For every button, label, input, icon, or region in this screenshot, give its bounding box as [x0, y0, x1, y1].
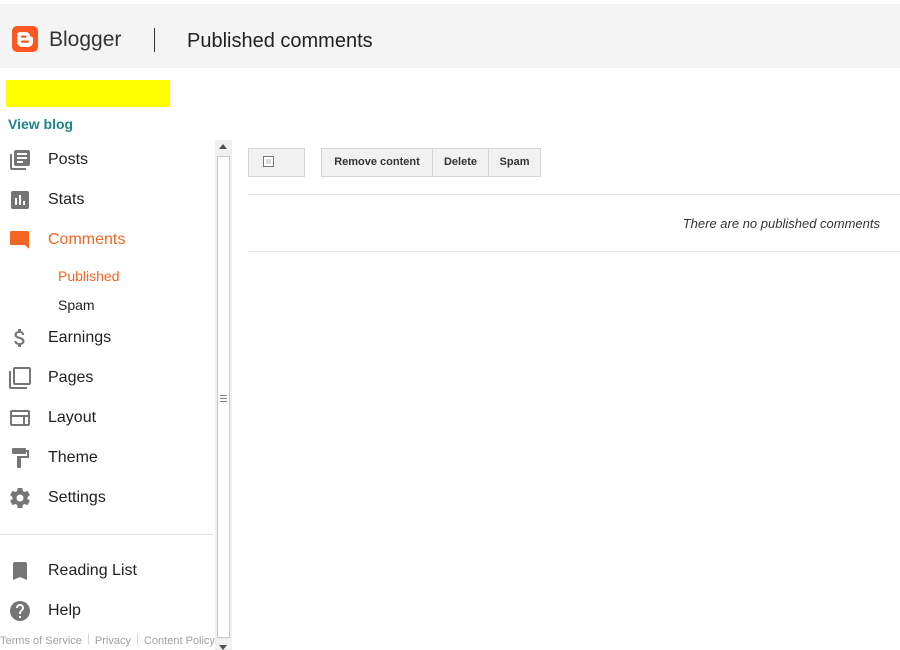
delete-button[interactable]: Delete — [432, 148, 489, 177]
remove-content-button[interactable]: Remove content — [321, 148, 433, 177]
sidebar-item-label: Theme — [48, 449, 98, 466]
comments-icon — [8, 228, 32, 252]
help-icon — [8, 599, 32, 623]
bookmark-icon — [8, 559, 32, 583]
view-blog-link[interactable]: View blog — [8, 116, 73, 132]
privacy-link[interactable]: Privacy — [95, 635, 131, 647]
sidebar-item-label: Pages — [48, 369, 94, 386]
footer-separator — [136, 634, 138, 645]
sidebar-item-label: Earnings — [48, 329, 112, 346]
sidebar-item-comments[interactable]: Comments — [0, 222, 214, 258]
scroll-down-arrow-icon[interactable] — [219, 645, 227, 650]
sidebar-divider — [0, 534, 214, 535]
scrollbar-grip-icon — [220, 395, 227, 402]
content-policy-link[interactable]: Content Policy — [144, 635, 215, 647]
list-top-divider — [248, 194, 900, 195]
blogger-logo-icon[interactable] — [12, 26, 38, 52]
sidebar-item-label: Comments — [48, 231, 126, 248]
gear-icon — [8, 486, 32, 510]
sidebar-item-stats[interactable]: Stats — [0, 182, 214, 218]
page-title: Published comments — [187, 30, 373, 52]
posts-icon — [8, 148, 32, 172]
sidebar-item-theme[interactable]: Theme — [0, 440, 214, 476]
sidebar-item-reading-list[interactable]: Reading List — [0, 553, 214, 589]
sidebar-footer: Terms of Service Privacy Content Policy — [0, 634, 215, 647]
select-all-button[interactable] — [248, 148, 305, 177]
paint-roller-icon — [8, 446, 32, 470]
stats-icon — [8, 188, 32, 212]
select-all-checkbox[interactable] — [263, 156, 274, 167]
sidebar-item-label: Reading List — [48, 562, 137, 579]
terms-link[interactable]: Terms of Service — [0, 635, 82, 647]
sidebar-item-pages[interactable]: Pages — [0, 360, 214, 396]
brand-name: Blogger — [49, 28, 122, 51]
sidebar-item-label: Stats — [48, 191, 85, 208]
sidebar-item-posts[interactable]: Posts — [0, 142, 214, 178]
sidebar-item-label: Help — [48, 602, 81, 619]
blog-name-redacted — [6, 80, 170, 107]
sidebar-subitem-published[interactable]: Published — [58, 268, 120, 284]
layout-icon — [8, 406, 32, 430]
scroll-up-arrow-icon[interactable] — [219, 144, 227, 149]
pages-icon — [8, 366, 32, 390]
sidebar-item-label: Posts — [48, 151, 89, 168]
sidebar-item-layout[interactable]: Layout — [0, 400, 214, 436]
list-bottom-divider — [248, 251, 900, 252]
empty-state-message: There are no published comments — [682, 216, 880, 231]
sidebar-item-label: Layout — [48, 409, 97, 426]
footer-separator — [87, 634, 89, 645]
header-divider — [154, 28, 155, 52]
sidebar-item-settings[interactable]: Settings — [0, 480, 214, 516]
spam-button[interactable]: Spam — [488, 148, 541, 177]
sidebar-subitem-spam[interactable]: Spam — [58, 297, 95, 313]
dollar-icon — [8, 326, 32, 350]
sidebar-item-help[interactable]: Help — [0, 593, 214, 629]
app-header: Blogger Published comments — [0, 4, 900, 68]
sidebar-item-label: Settings — [48, 489, 106, 506]
sidebar-item-earnings[interactable]: Earnings — [0, 320, 214, 356]
